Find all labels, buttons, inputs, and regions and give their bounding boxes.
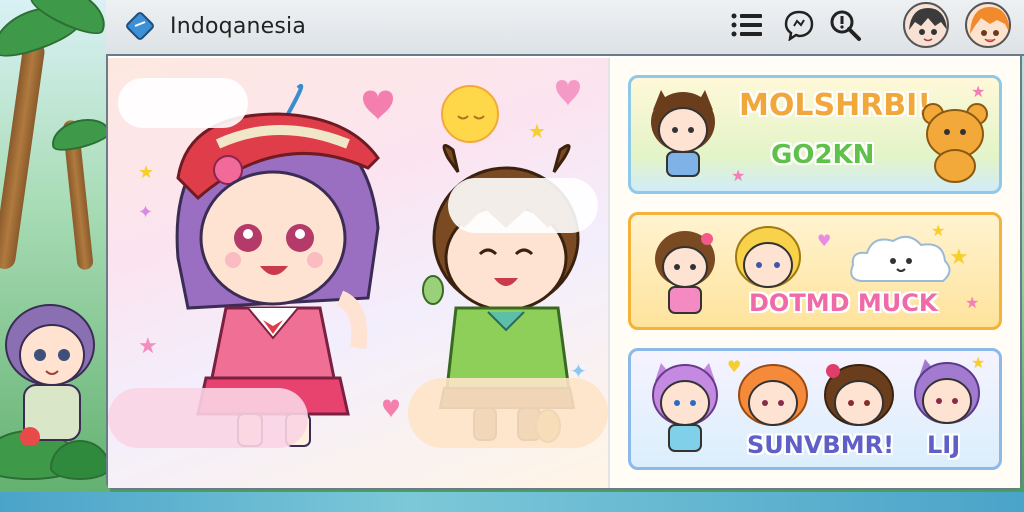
card-character-brown-girl bbox=[824, 364, 894, 426]
cloud bbox=[108, 388, 308, 448]
card-1-subtitle: GO2KN bbox=[771, 140, 875, 170]
diamond-gem-icon bbox=[122, 8, 158, 44]
card-character-boy bbox=[651, 90, 715, 177]
feature-card-2[interactable]: DOTMD MUCK ★ ★ ♥ ★ bbox=[628, 212, 1002, 330]
card-character-blonde bbox=[735, 226, 801, 288]
brand[interactable]: Indoqanesia bbox=[122, 6, 306, 46]
avatar-user-2[interactable] bbox=[965, 2, 1011, 48]
svg-text:★: ★ bbox=[138, 334, 158, 359]
card-3-subtitle: LIJ bbox=[927, 431, 961, 459]
star-icon: ★ bbox=[971, 82, 986, 101]
water-strip bbox=[0, 492, 1024, 512]
menu-list-icon[interactable] bbox=[728, 6, 766, 44]
cloud bbox=[118, 78, 248, 128]
card-character-girl bbox=[655, 231, 715, 314]
star-icon: ★ bbox=[965, 293, 980, 312]
card-cloud-mascot bbox=[850, 235, 951, 282]
avatar-user-1[interactable] bbox=[903, 2, 949, 48]
star-icon: ★ bbox=[949, 245, 969, 270]
feature-card-3[interactable]: SUNVBMR! LIJ ★ ♥ bbox=[628, 348, 1002, 470]
feature-card-1[interactable]: MOLSHRBI! GO2KN ★ ★ bbox=[628, 75, 1002, 194]
app-title: Indoqanesia bbox=[170, 13, 307, 39]
card-3-title: SUNVBMR! bbox=[747, 431, 895, 459]
card-character-orange-girl bbox=[738, 364, 808, 426]
heart-icon: ♥ bbox=[817, 231, 832, 250]
card-bear-mascot bbox=[922, 103, 988, 183]
card-character-purple-girl bbox=[652, 363, 718, 452]
svg-text:★: ★ bbox=[528, 119, 546, 143]
hero-illustration-panel: ★ ★ ✦ ★ ✦ bbox=[108, 58, 608, 488]
heart-icon: ♥ bbox=[727, 357, 742, 376]
cloud bbox=[408, 378, 608, 448]
star-icon: ★ bbox=[931, 221, 946, 240]
cloud bbox=[448, 178, 598, 233]
star-icon: ★ bbox=[971, 353, 986, 372]
svg-text:✦: ✦ bbox=[138, 202, 153, 223]
chat-bubble-icon[interactable] bbox=[780, 6, 818, 44]
card-1-title: MOLSHRBI! bbox=[739, 88, 931, 123]
star-icon: ★ bbox=[731, 166, 746, 185]
svg-text:★: ★ bbox=[138, 162, 154, 183]
side-character-illustration bbox=[5, 304, 95, 445]
search-icon[interactable] bbox=[826, 6, 864, 44]
